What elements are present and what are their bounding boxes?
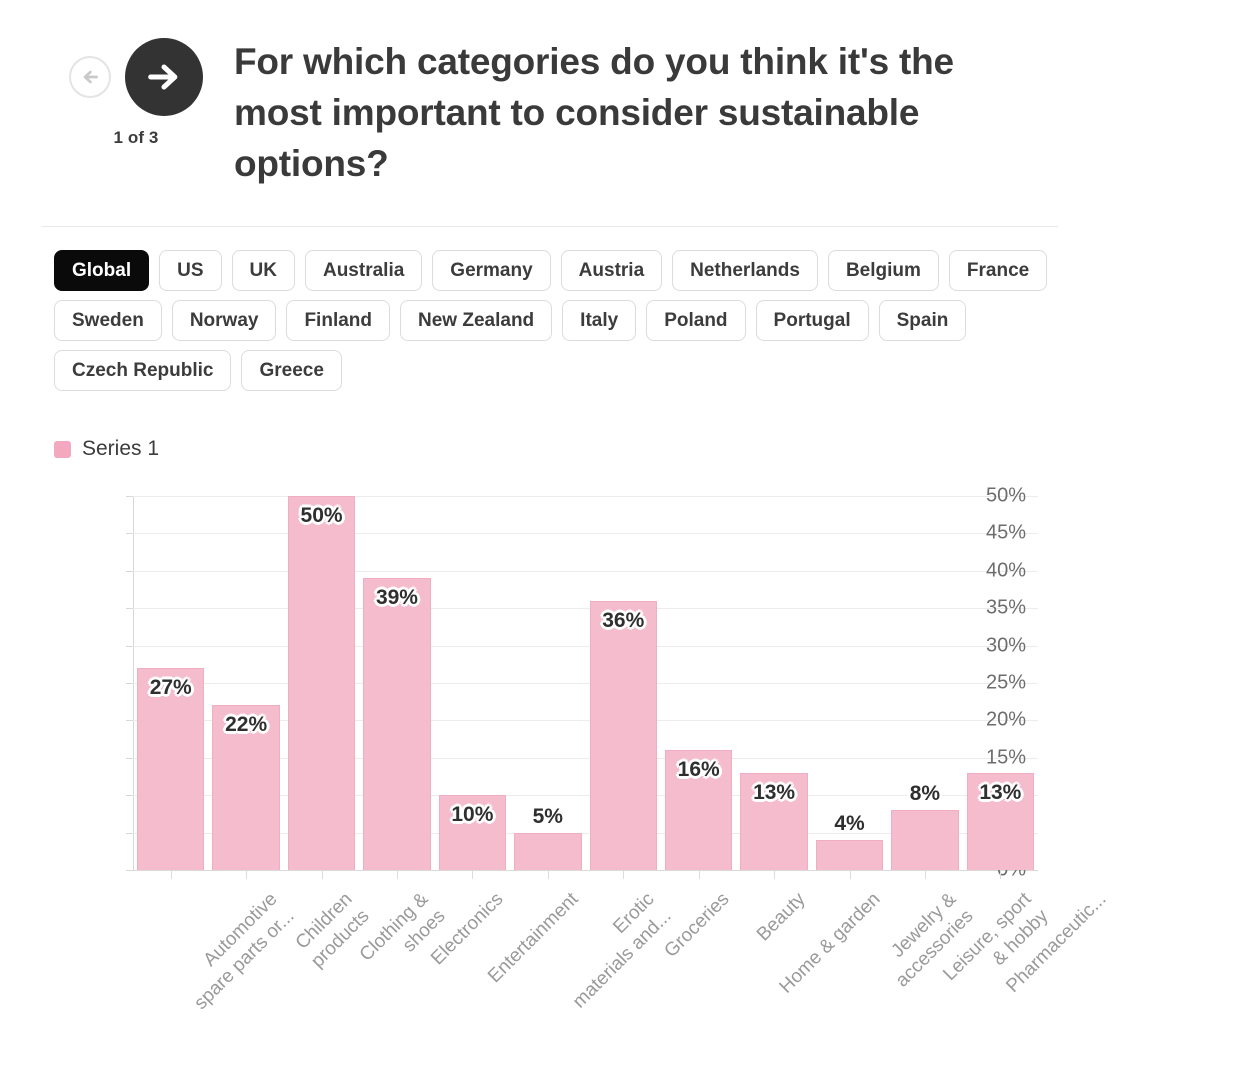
x-tick-mark <box>547 870 549 879</box>
filter-chip-new-zealand[interactable]: New Zealand <box>400 300 553 341</box>
filter-chip-poland[interactable]: Poland <box>646 300 746 341</box>
plot-area: 50%45%40%35%30%25%20%15%10%5%0% 27%Autom… <box>126 485 1111 1014</box>
bar[interactable] <box>891 810 959 870</box>
filter-chip-netherlands[interactable]: Netherlands <box>672 250 818 291</box>
page-title: For which categories do you think it's t… <box>234 41 954 185</box>
bar-group: 5% Erotic materials and... <box>510 496 675 1012</box>
filter-chip-italy[interactable]: Italy <box>562 300 637 341</box>
y-tick-mark <box>126 795 133 797</box>
bar-chart: 50%45%40%35%30%25%20%15%10%5%0% 27%Autom… <box>0 478 1246 1038</box>
filter-chip-us[interactable]: US <box>159 250 222 291</box>
bar-group: 22% Children products <box>208 496 374 972</box>
survey-chart-page: 1 of 3 For which categories do you think… <box>0 0 1246 1072</box>
filter-chip-global[interactable]: Global <box>54 250 150 291</box>
filter-chip-portugal[interactable]: Portugal <box>755 300 869 341</box>
filter-chip-australia[interactable]: Australia <box>304 250 423 291</box>
x-axis-label: Beauty <box>752 888 810 946</box>
bar-group: 4% Jewelry & accessories <box>812 496 977 991</box>
filter-chip-finland[interactable]: Finland <box>286 300 391 341</box>
bar-value-label: 22% <box>225 713 268 737</box>
y-tick-mark <box>126 496 133 497</box>
filter-chip-norway[interactable]: Norway <box>171 300 277 341</box>
filter-chip-germany[interactable]: Germany <box>432 250 551 291</box>
x-tick-mark <box>623 870 625 879</box>
x-tick-mark <box>924 870 926 879</box>
chart-legend: Series 1 <box>54 437 159 461</box>
bar-group: 50% Clothing & shoes <box>284 496 449 966</box>
y-tick-mark <box>126 608 133 610</box>
legend-swatch-series-1 <box>54 440 71 458</box>
filter-chip-greece[interactable]: Greece <box>241 350 342 391</box>
filter-chip-austria[interactable]: Austria <box>560 250 663 291</box>
bar-group: 16% Beauty <box>661 496 809 945</box>
x-tick-mark <box>698 870 700 879</box>
bar-value-label: 50% <box>300 504 343 527</box>
nav-buttons-row <box>69 38 203 116</box>
bar-group: 13% Pharmaceutic... <box>963 496 1111 997</box>
gridline <box>133 870 1038 871</box>
filter-chip-spain[interactable]: Spain <box>878 300 967 341</box>
bar-series-1: 27% Automotive spare parts or... 22% Childr… <box>133 496 1111 1014</box>
slide-counter: 1 of 3 <box>113 128 159 147</box>
bar[interactable] <box>514 832 582 870</box>
y-tick-mark <box>126 757 133 759</box>
country-filter-group: Global US UK Australia Germany Austria Netherl… <box>54 250 1054 391</box>
bar[interactable] <box>815 840 884 870</box>
bar-value-label: 10% <box>451 803 494 827</box>
y-tick-mark <box>126 683 133 684</box>
header-divider <box>42 226 1058 227</box>
bar-value-label: 13% <box>979 780 1022 804</box>
y-tick-mark <box>126 533 133 535</box>
filter-chip-france[interactable]: France <box>948 250 1048 291</box>
bar-value-label: 5% <box>532 804 563 828</box>
slide-navigation: 1 of 3 <box>56 34 216 148</box>
filter-chip-sweden[interactable]: Sweden <box>54 300 162 341</box>
bar-value-label: 36% <box>602 608 645 632</box>
bar[interactable] <box>363 578 431 870</box>
y-tick-mark <box>126 570 133 572</box>
arrow-right-icon <box>148 64 178 90</box>
bar-value-label: 8% <box>909 782 941 806</box>
filter-chip-belgium[interactable]: Belgium <box>827 250 939 291</box>
x-tick-mark <box>472 870 474 879</box>
bar-value-label: 16% <box>677 758 720 782</box>
bar-value-label: 39% <box>375 586 418 610</box>
filter-chip-uk[interactable]: UK <box>231 250 295 291</box>
previous-slide-button[interactable] <box>69 56 111 98</box>
bar-value-label: 13% <box>753 780 796 804</box>
bar-group: 36% Groceries <box>586 496 734 962</box>
page-header: 1 of 3 For which categories do you think… <box>0 0 1246 189</box>
x-tick-mark <box>774 870 776 879</box>
next-slide-button[interactable] <box>125 38 203 116</box>
legend-label-series-1: Series 1 <box>82 437 160 460</box>
x-tick-mark <box>396 870 398 879</box>
bar-group: 27% Automotive spare parts or... <box>133 496 298 1014</box>
bar[interactable] <box>287 496 356 870</box>
y-tick-mark <box>126 720 133 722</box>
x-tick-mark <box>1000 870 1002 879</box>
bar-group: 8% Leisure, sport & hobby <box>887 496 1052 985</box>
bar-value-label: 27% <box>149 676 192 700</box>
filter-chip-czech-republic[interactable]: Czech Republic <box>54 350 232 391</box>
bar-group: 13% Home & garden <box>736 496 885 998</box>
arrow-left-icon <box>83 70 98 84</box>
y-tick-mark <box>126 645 133 647</box>
x-tick-mark <box>849 870 851 879</box>
bar-group: 10% Entertainment <box>435 496 583 987</box>
bar-value-label: 4% <box>834 812 865 836</box>
y-tick-mark <box>126 870 133 871</box>
y-tick-mark <box>126 832 133 834</box>
x-tick-mark <box>170 870 172 879</box>
x-tick-mark <box>321 870 323 879</box>
bar-group: 39% Electronics <box>359 496 508 969</box>
x-tick-mark <box>246 870 248 879</box>
bar[interactable] <box>589 600 657 870</box>
